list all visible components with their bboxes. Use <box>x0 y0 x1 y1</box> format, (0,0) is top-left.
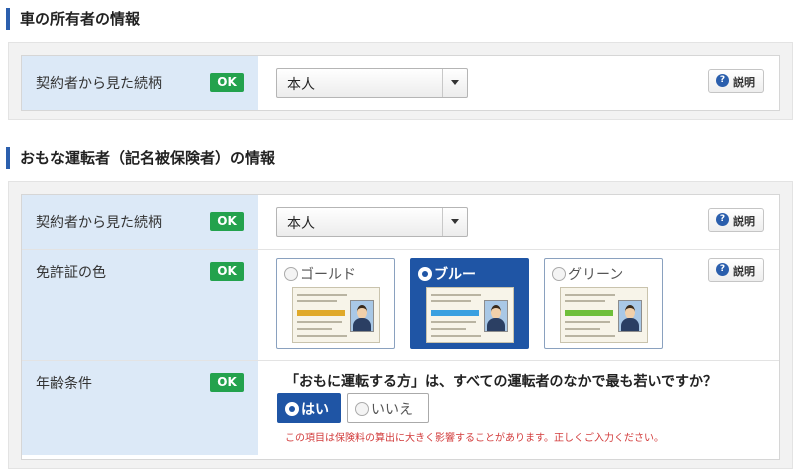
green-license-image <box>560 287 648 343</box>
person-photo-icon <box>618 300 642 332</box>
row-label-cell: 契約者から見た続柄 OK <box>22 56 258 110</box>
license-option-label: ゴールド <box>300 267 356 283</box>
row-label-cell: 契約者から見た続柄 OK <box>22 195 258 249</box>
license-color-label: 免許証の色 <box>36 265 106 281</box>
row-label-cell: 年齢条件 OK <box>22 361 258 455</box>
license-color-band <box>565 310 613 316</box>
owner-relation-row: 契約者から見た続柄 OK 本人 ? 説明 <box>22 56 779 110</box>
driver-relation-row: 契約者から見た続柄 OK 本人 ? 説明 <box>22 195 779 250</box>
blue-license-image <box>426 287 514 343</box>
driver-panel: 契約者から見た続柄 OK 本人 ? 説明 免許証の色 OK ゴールド ブルー グ… <box>8 181 793 469</box>
row-label-cell: 免許証の色 OK <box>22 250 258 360</box>
age-option-yes[interactable]: はい <box>277 393 341 423</box>
help-button-label: 説明 <box>733 215 755 228</box>
radio-button[interactable] <box>552 267 566 281</box>
question-icon: ? <box>716 74 729 87</box>
age-option-label: はい <box>301 402 329 418</box>
ok-badge: OK <box>210 73 244 92</box>
age-option-no[interactable]: いいえ <box>347 393 429 423</box>
gold-license-image <box>292 287 380 343</box>
license-color-row: 免許証の色 OK ゴールド ブルー グリーン ? 説明 <box>22 250 779 361</box>
question-icon: ? <box>716 263 729 276</box>
help-button-label: 説明 <box>733 265 755 278</box>
help-button[interactable]: ? 説明 <box>708 69 764 93</box>
radio-button[interactable] <box>284 267 298 281</box>
select-value: 本人 <box>287 77 315 93</box>
ok-badge: OK <box>210 262 244 281</box>
radio-button[interactable] <box>355 402 369 416</box>
owner-panel: 契約者から見た続柄 OK 本人 ? 説明 <box>8 42 793 120</box>
person-photo-icon <box>484 300 508 332</box>
license-option-label: ブルー <box>434 267 476 283</box>
driver-rows: 契約者から見た続柄 OK 本人 ? 説明 免許証の色 OK ゴールド ブルー グ… <box>21 194 780 460</box>
select-value: 本人 <box>287 216 315 232</box>
help-button[interactable]: ? 説明 <box>708 208 764 232</box>
license-option-blue[interactable]: ブルー <box>410 258 529 349</box>
person-photo-icon <box>350 300 374 332</box>
help-button-label: 説明 <box>733 76 755 89</box>
ok-badge: OK <box>210 212 244 231</box>
ok-badge: OK <box>210 373 244 392</box>
age-condition-label: 年齢条件 <box>36 376 92 392</box>
age-question-text: 「おもに運転する方」は、すべての運転者のなかで最も若いですか？ <box>285 374 718 390</box>
driver-section-title: おもな運転者（記名被保険者）の情報 <box>6 147 275 169</box>
license-option-label: グリーン <box>568 267 624 283</box>
license-option-green[interactable]: グリーン <box>544 258 663 349</box>
license-option-gold[interactable]: ゴールド <box>276 258 395 349</box>
dropdown-arrow-icon[interactable] <box>442 208 467 236</box>
owner-relation-label: 契約者から見た続柄 <box>36 76 162 92</box>
owner-section-title: 車の所有者の情報 <box>6 8 140 30</box>
license-color-band <box>297 310 345 316</box>
radio-button[interactable] <box>285 402 299 416</box>
driver-relation-select[interactable]: 本人 <box>276 207 468 237</box>
driver-relation-label: 契約者から見た続柄 <box>36 215 162 231</box>
help-button[interactable]: ? 説明 <box>708 258 764 282</box>
radio-button[interactable] <box>418 267 432 281</box>
license-color-band <box>431 310 479 316</box>
warning-note: この項目は保険料の算出に大きく影響することがあります。正しくご入力ください。 <box>285 433 664 444</box>
age-condition-row: 年齢条件 OK 「おもに運転する方」は、すべての運転者のなかで最も若いですか？ … <box>22 361 779 455</box>
dropdown-arrow-icon[interactable] <box>442 69 467 97</box>
owner-relation-select[interactable]: 本人 <box>276 68 468 98</box>
age-option-label: いいえ <box>371 402 413 418</box>
owner-rows: 契約者から見た続柄 OK 本人 ? 説明 <box>21 55 780 111</box>
question-icon: ? <box>716 213 729 226</box>
